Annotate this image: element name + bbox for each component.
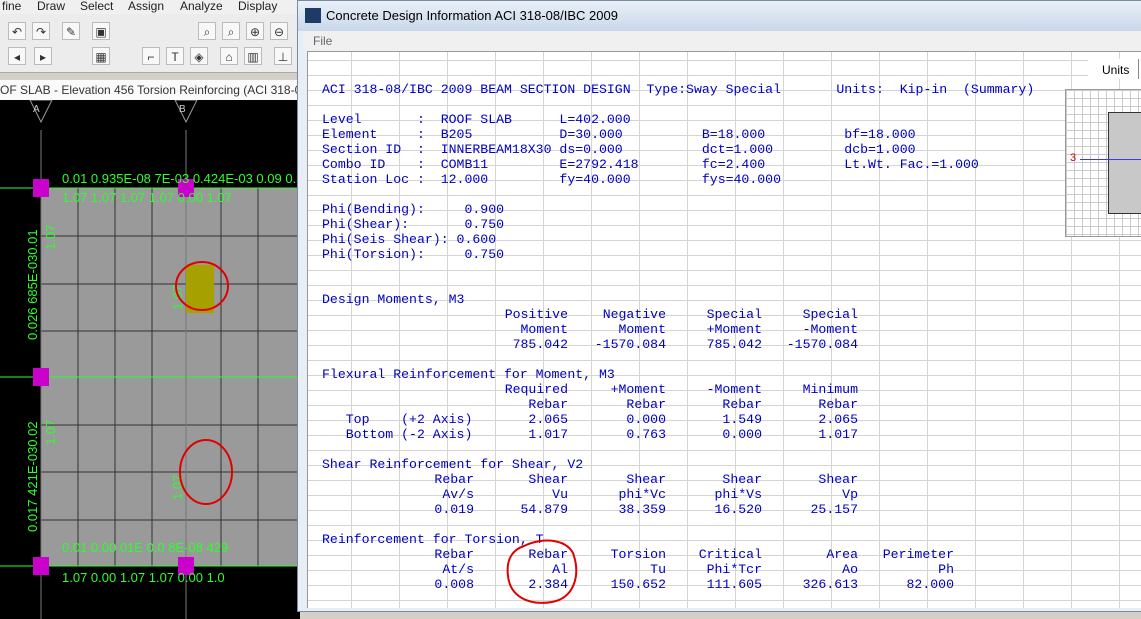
svg-text:A: A (33, 104, 40, 115)
menu-select[interactable]: Select (80, 0, 113, 13)
wall-icon[interactable]: ▥ (244, 47, 262, 65)
menu-draw[interactable]: Draw (37, 0, 65, 13)
report-line: Phi(Torsion): 0.750 (322, 247, 505, 262)
beam-section (1108, 112, 1141, 214)
zoom-in-icon[interactable]: ⊕ (246, 22, 264, 40)
table-icon[interactable]: T (166, 47, 184, 65)
torsion-highlight (186, 265, 214, 313)
moment-value: 785.042 (512, 337, 568, 352)
section-diagram: 3 (1065, 89, 1141, 237)
support-icon[interactable]: ⊥ (274, 47, 292, 65)
zoom-out-icon[interactable]: ⊖ (270, 22, 288, 40)
lock-icon[interactable]: ▣ (92, 22, 110, 40)
report-line: Section ID : INNERBEAM18X30 ds=0.000 dct… (322, 142, 916, 157)
svg-text:1.07: 1.07 (43, 225, 58, 250)
row-label: Bottom (-2 Axis) (322, 427, 473, 442)
elevation-drawing: A B 0.01 0.935E-08 7E-03 0.424E-03 0.09 … (0, 100, 300, 619)
report-line: Element : B205 D=30.000 B=18.000 bf=18.0… (322, 127, 916, 142)
red-annotation-circle (506, 539, 578, 604)
grid-icon[interactable]: ▦ (92, 47, 110, 65)
zoom-window-icon[interactable]: ⌕ (198, 22, 216, 40)
canvas-top-labels: 0.01 0.935E-08 7E-03 0.424E-03 0.09 0.30… (62, 171, 300, 186)
canvas-left-lower: 0.017 421E-030.02 (25, 421, 40, 532)
menu-analyze[interactable]: Analyze (180, 0, 223, 13)
redo-icon[interactable]: ↷ (32, 22, 50, 40)
moment-value: -1570.084 (594, 337, 666, 352)
canvas-bottom-labels: 0.01 0.00 01E 0.0 8E-08 429 (62, 540, 228, 555)
layer-icon[interactable]: ◈ (190, 47, 208, 65)
frame-icon[interactable]: ⌂ (220, 47, 238, 65)
menu-assign[interactable]: Assign (128, 0, 164, 13)
menu-file[interactable]: File (313, 34, 332, 48)
dialog-title: Concrete Design Information ACI 318-08/I… (326, 8, 618, 23)
svg-text:1.07: 1.07 (43, 420, 58, 445)
units-label: Units (1102, 63, 1130, 77)
etabs-app-icon (305, 8, 321, 23)
svg-text:1.07: 1.07 (170, 285, 185, 310)
moment-value: 785.042 (706, 337, 762, 352)
moment-value: -1570.084 (786, 337, 858, 352)
canvas-top-row: 1.07 1.07 1.07 1.07 0.00 1.07 (62, 190, 232, 205)
canvas-left-upper: 0.026 685E-030.01 (25, 229, 40, 340)
menu-file[interactable]: fine (2, 0, 21, 13)
report-line: Phi(Seis Shear): 0.600 (322, 232, 497, 247)
canvas-bottom-row: 1.07 0.00 1.07 1.07 0.00 1.0 (62, 570, 225, 585)
report-line: Phi(Bending): 0.900 (322, 202, 505, 217)
dialog-menu-bar: File (303, 31, 1141, 51)
dialog-title-bar[interactable]: Concrete Design Information ACI 318-08/I… (298, 1, 1141, 31)
svg-text:B: B (179, 104, 186, 115)
report-line: Phi(Shear): 0.750 (322, 217, 505, 232)
section-title: Shear Reinforcement for Shear, V2 (322, 457, 584, 472)
concrete-design-dialog: Concrete Design Information ACI 318-08/I… (297, 0, 1141, 612)
row-label: Top (+2 Axis) (322, 412, 473, 427)
undo-icon[interactable]: ↶ (8, 22, 26, 40)
section-title: Design Moments, M3 (322, 292, 465, 307)
pencil-icon[interactable]: ✎ (62, 22, 80, 40)
chart-icon[interactable]: ⌐ (142, 47, 160, 65)
axis-3-label: 3 (1070, 152, 1077, 164)
elevation-view[interactable]: A B 0.01 0.935E-08 7E-03 0.424E-03 0.09 … (0, 100, 300, 619)
view-title: OF SLAB - Elevation 456 Torsion Reinforc… (0, 80, 300, 100)
report-line: Combo ID : COMB11 E=2792.418 fc=2.400 Lt… (322, 157, 979, 172)
support-marker (33, 557, 49, 575)
zoom-restore-icon[interactable]: ⌕ (222, 22, 240, 40)
arrow-right-icon[interactable]: ▸ (34, 47, 52, 65)
report-header: ACI 318-08/IBC 2009 BEAM SECTION DESIGN … (322, 82, 1035, 97)
report-line: Level : ROOF SLAB L=402.000 (322, 112, 631, 127)
units-panel[interactable]: Units (1088, 59, 1141, 79)
menu-display[interactable]: Display (238, 0, 277, 13)
section-title: Flexural Reinforcement for Moment, M3 (322, 367, 615, 382)
support-marker (33, 179, 49, 197)
design-report: ACI 318-08/IBC 2009 BEAM SECTION DESIGN … (307, 51, 1141, 608)
support-marker (33, 368, 49, 386)
report-line: Station Loc : 12.000 fy=40.000 fys=40.00… (322, 172, 781, 187)
arrow-left-icon[interactable]: ◂ (8, 47, 26, 65)
